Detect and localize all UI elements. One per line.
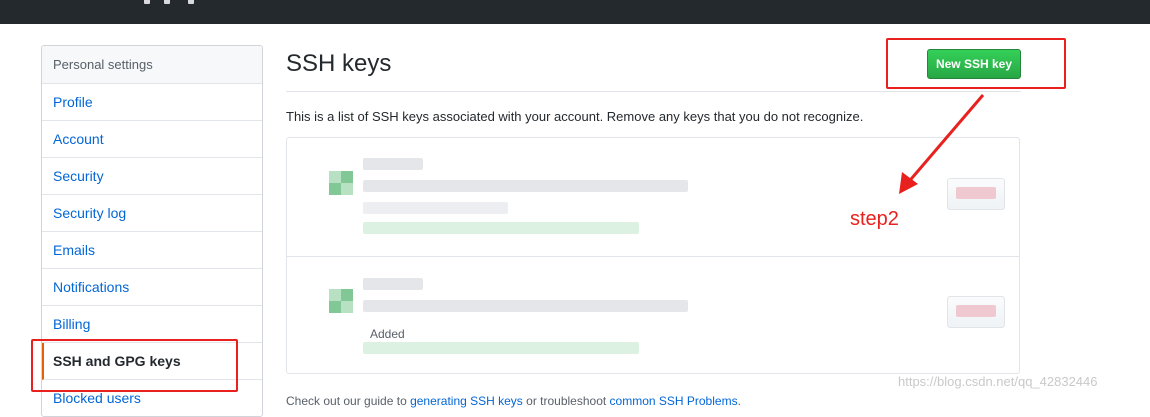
common-ssh-problems-link[interactable]: common SSH Problems [610, 394, 738, 408]
sidebar-item-billing[interactable]: Billing [42, 306, 262, 343]
header-logo [118, 0, 218, 4]
annotation-box-new-key-button [886, 38, 1066, 89]
key-icon [329, 289, 353, 313]
key-fingerprint-redacted [363, 180, 688, 192]
key-last-used-redacted [363, 342, 639, 354]
generating-ssh-keys-link[interactable]: generating SSH keys [410, 394, 523, 408]
ssh-keys-list: Added [286, 137, 1020, 374]
sidebar-item-security-log[interactable]: Security log [42, 195, 262, 232]
help-lead: Check out our guide to [286, 394, 411, 408]
key-added-redacted [363, 202, 508, 214]
ssh-help-text: Check out our guide to generating SSH ke… [286, 394, 741, 408]
key-last-used-redacted [363, 222, 639, 234]
key-title-redacted [363, 278, 423, 290]
sidebar-item-profile[interactable]: Profile [42, 84, 262, 121]
annotation-box-sidebar-selected [31, 339, 238, 392]
delete-key-button[interactable] [947, 178, 1005, 210]
key-added-text: Added [370, 327, 405, 341]
title-divider [286, 91, 1021, 92]
key-icon [329, 171, 353, 195]
ssh-key-row: Added [287, 256, 1019, 374]
ssh-key-row [287, 138, 1019, 257]
sidebar-header: Personal settings [42, 46, 262, 84]
sidebar-item-emails[interactable]: Emails [42, 232, 262, 269]
sidebar-item-account[interactable]: Account [42, 121, 262, 158]
sidebar-item-security[interactable]: Security [42, 158, 262, 195]
keys-description: This is a list of SSH keys associated wi… [286, 109, 864, 124]
delete-key-button[interactable] [947, 296, 1005, 328]
key-title-redacted [363, 158, 423, 170]
key-fingerprint-redacted [363, 300, 688, 312]
help-tail: . [737, 394, 741, 408]
help-mid: or troubleshoot [522, 394, 610, 408]
watermark: https://blog.csdn.net/qq_42832446 [898, 374, 1098, 389]
page-title: SSH keys [286, 50, 392, 77]
annotation-step-label: step2 [850, 208, 899, 230]
sidebar-item-notifications[interactable]: Notifications [42, 269, 262, 306]
top-navigation-bar [0, 0, 1150, 24]
